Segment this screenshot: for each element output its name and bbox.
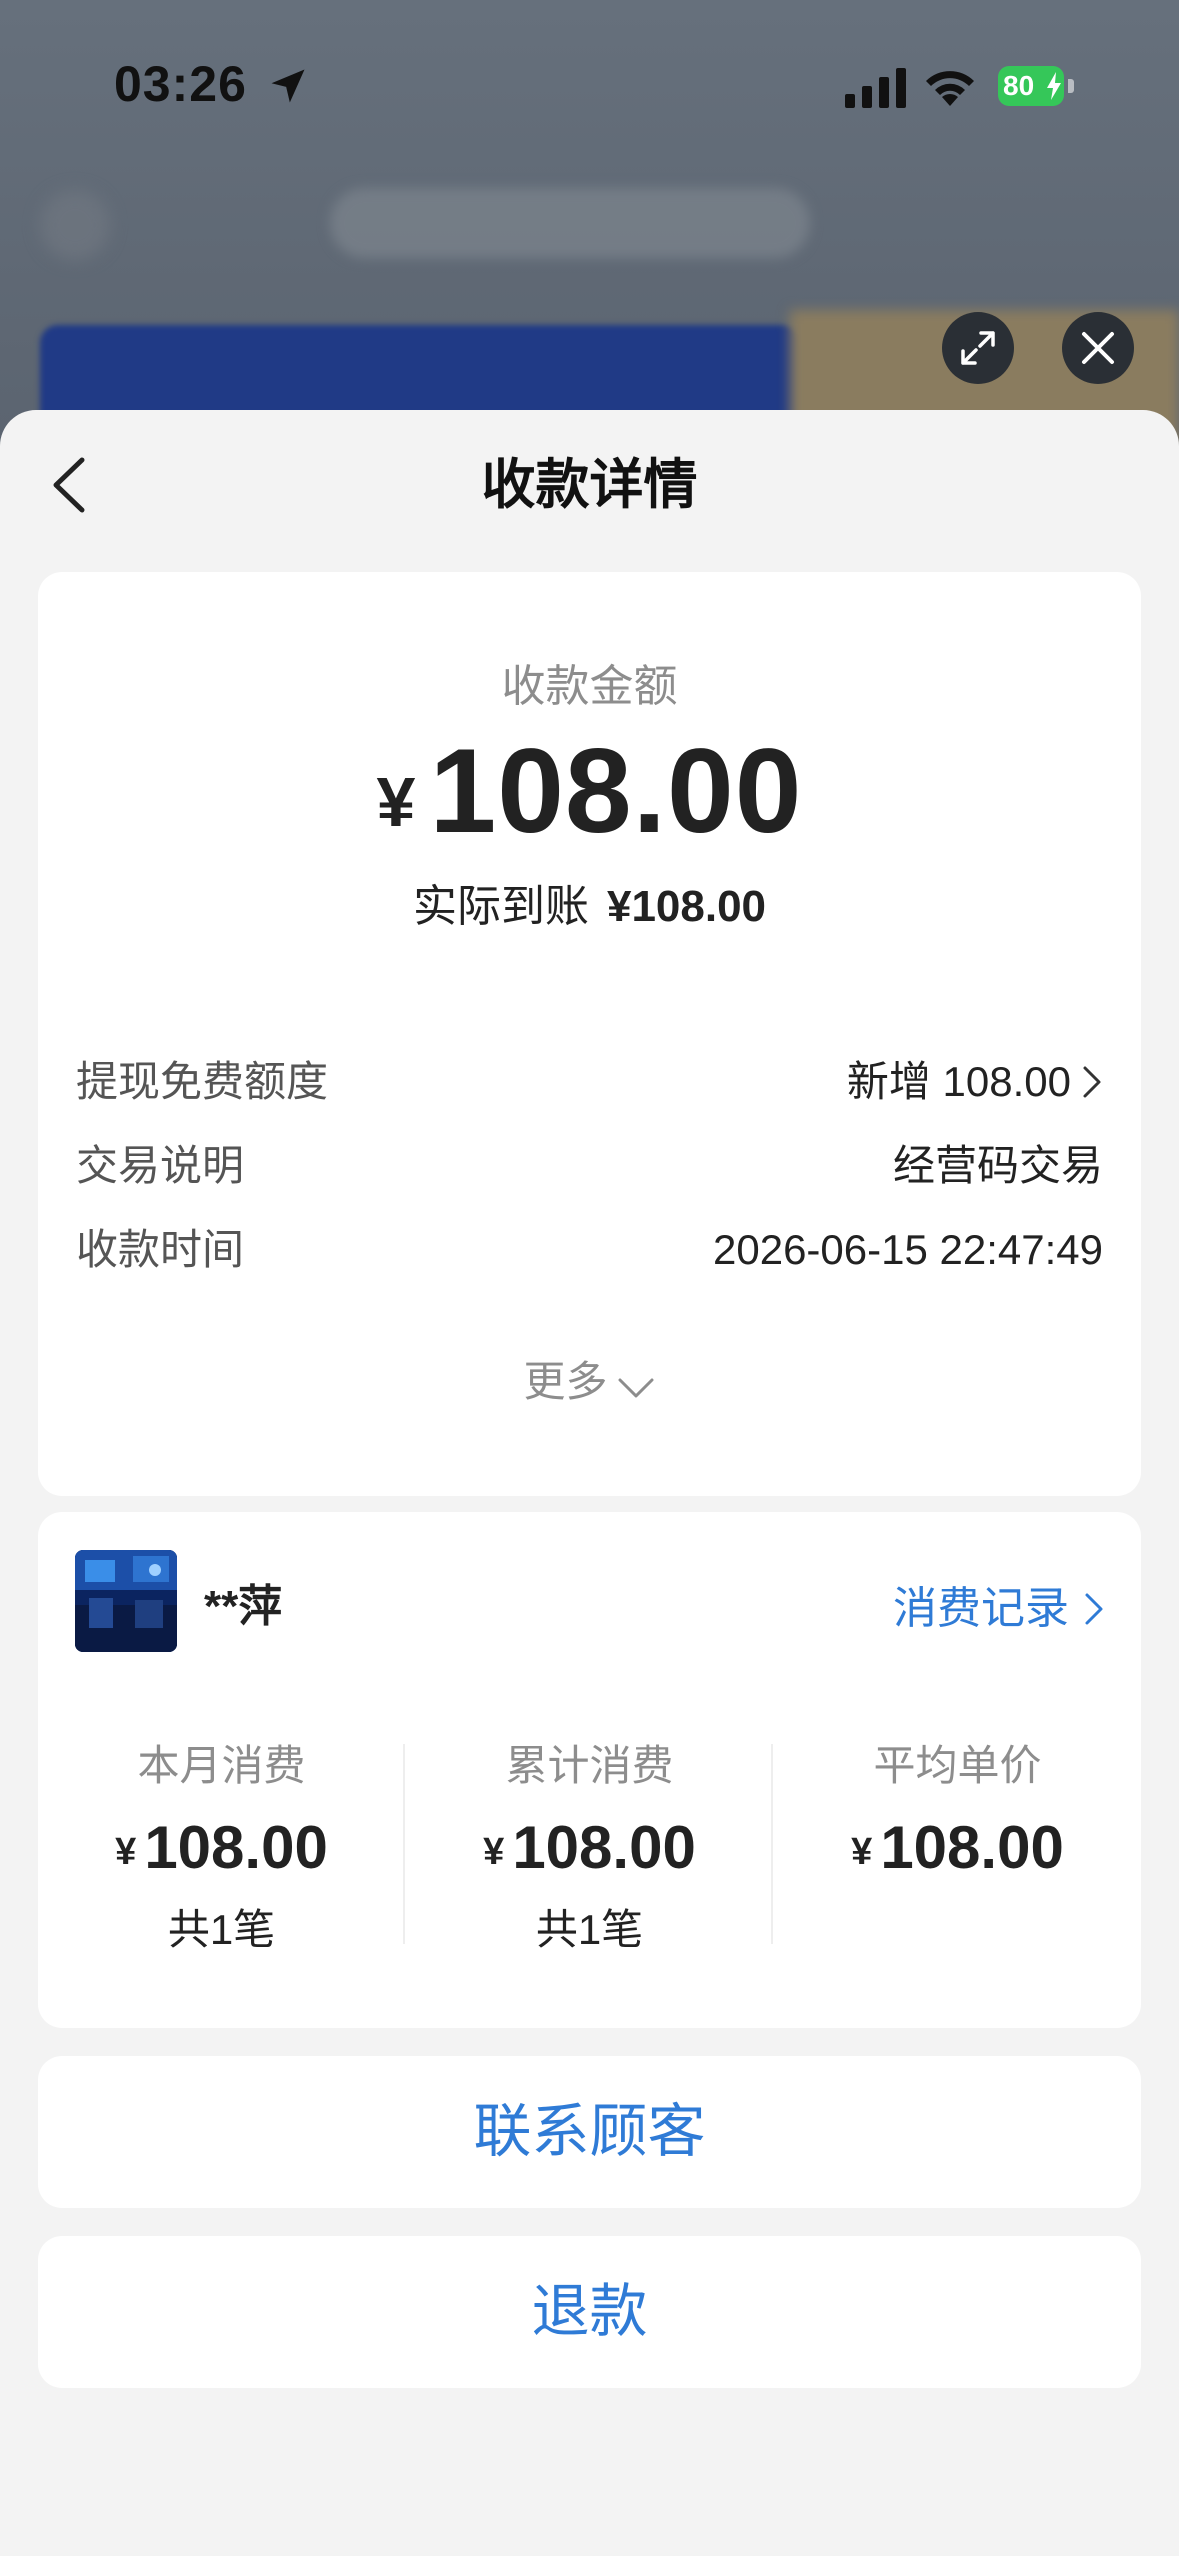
stat-value: ¥108.00: [774, 1813, 1141, 1882]
payment-detail-sheet: 收款详情 收款金额 ¥108.00 实际到账 ¥108.00 提现免费额度 新增 …: [0, 410, 1179, 2556]
stat-total: 累计消费 ¥108.00 共1笔: [406, 1732, 773, 1957]
detail-value: 新增 108.00: [847, 1052, 1103, 1112]
refund-card: 退款: [38, 2236, 1141, 2388]
divider: [403, 1744, 405, 1944]
battery-icon: 80: [998, 66, 1078, 106]
detail-value: 2026-06-15 22:47:49: [713, 1226, 1103, 1273]
signal-icon: [845, 68, 906, 108]
currency-symbol: ¥: [483, 1831, 505, 1873]
charging-bolt-icon: [1047, 72, 1061, 100]
status-bar: 03:26 80: [0, 0, 1179, 170]
customer-card: **萍 消费记录 本月消费 ¥108.00 共1笔 累计消费 ¥108.00 共…: [38, 1512, 1141, 2028]
wifi-icon: [926, 71, 974, 106]
chevron-right-icon: [1085, 1593, 1103, 1625]
detail-key: 收款时间: [76, 1226, 245, 1273]
actual-received: 实际到账 ¥108.00: [38, 870, 1141, 934]
detail-value: 经营码交易: [892, 1142, 1103, 1189]
stat-count: 共1笔: [535, 1906, 644, 1953]
currency-symbol: ¥: [115, 1831, 137, 1873]
currency-symbol: ¥: [376, 763, 416, 841]
more-label: 更多: [523, 1358, 608, 1405]
consumption-records-link[interactable]: 消费记录: [893, 1572, 1105, 1636]
detail-row-time: 收款时间 2026-06-15 22:47:49: [76, 1220, 1103, 1280]
customer-name: **萍: [204, 1582, 283, 1631]
status-time: 03:26: [114, 56, 247, 112]
stat-label: 累计消费: [505, 1742, 674, 1789]
actual-received-label: 实际到账: [412, 882, 589, 931]
detail-row-description: 交易说明 经营码交易: [76, 1136, 1103, 1196]
stat-monthly: 本月消费 ¥108.00 共1笔: [38, 1732, 405, 1957]
stat-amount: 108.00: [512, 1814, 696, 1881]
stat-label: 本月消费: [137, 1742, 306, 1789]
detail-key: 交易说明: [76, 1142, 245, 1189]
currency-symbol: ¥: [851, 1831, 873, 1873]
stat-amount: 108.00: [144, 1814, 328, 1881]
battery-tip: [1068, 79, 1074, 93]
stat-value: ¥108.00: [38, 1813, 405, 1882]
stat-value: ¥108.00: [406, 1813, 773, 1882]
contact-customer-button[interactable]: 联系顾客: [38, 2056, 1141, 2208]
chevron-right-icon: [1083, 1066, 1101, 1098]
stat-average: 平均单价 ¥108.00: [774, 1732, 1141, 1882]
stat-amount: 108.00: [880, 1814, 1064, 1881]
actual-received-value: ¥108.00: [606, 882, 767, 931]
expand-button[interactable]: [942, 312, 1014, 384]
background-blur: [330, 188, 810, 258]
records-label: 消费记录: [893, 1584, 1069, 1633]
detail-row-free-quota[interactable]: 提现免费额度 新增 108.00: [76, 1052, 1103, 1112]
detail-key: 提现免费额度: [76, 1058, 329, 1105]
stat-count: 共1笔: [167, 1906, 276, 1953]
stat-label: 平均单价: [873, 1742, 1042, 1789]
amount-value: 108.00: [429, 724, 803, 858]
contact-customer-card: 联系顾客: [38, 2056, 1141, 2208]
refund-button[interactable]: 退款: [38, 2236, 1141, 2388]
amount-display: ¥108.00: [38, 722, 1141, 860]
expand-icon: [961, 331, 995, 365]
avatar: [75, 1550, 177, 1652]
chevron-down-icon: [618, 1378, 653, 1398]
background-blur: [40, 190, 110, 260]
page-title: 收款详情: [481, 455, 698, 515]
avatar-image: [75, 1550, 177, 1652]
divider: [771, 1744, 773, 1944]
amount-card: 收款金额 ¥108.00 实际到账 ¥108.00 提现免费额度 新增 108.0…: [38, 572, 1141, 1496]
location-arrow-icon: [271, 69, 305, 103]
close-icon: [1082, 332, 1114, 364]
amount-label: 收款金额: [501, 662, 678, 711]
detail-value-text: 新增 108.00: [846, 1058, 1071, 1105]
more-toggle[interactable]: 更多: [38, 1348, 1141, 1409]
close-button[interactable]: [1062, 312, 1134, 384]
